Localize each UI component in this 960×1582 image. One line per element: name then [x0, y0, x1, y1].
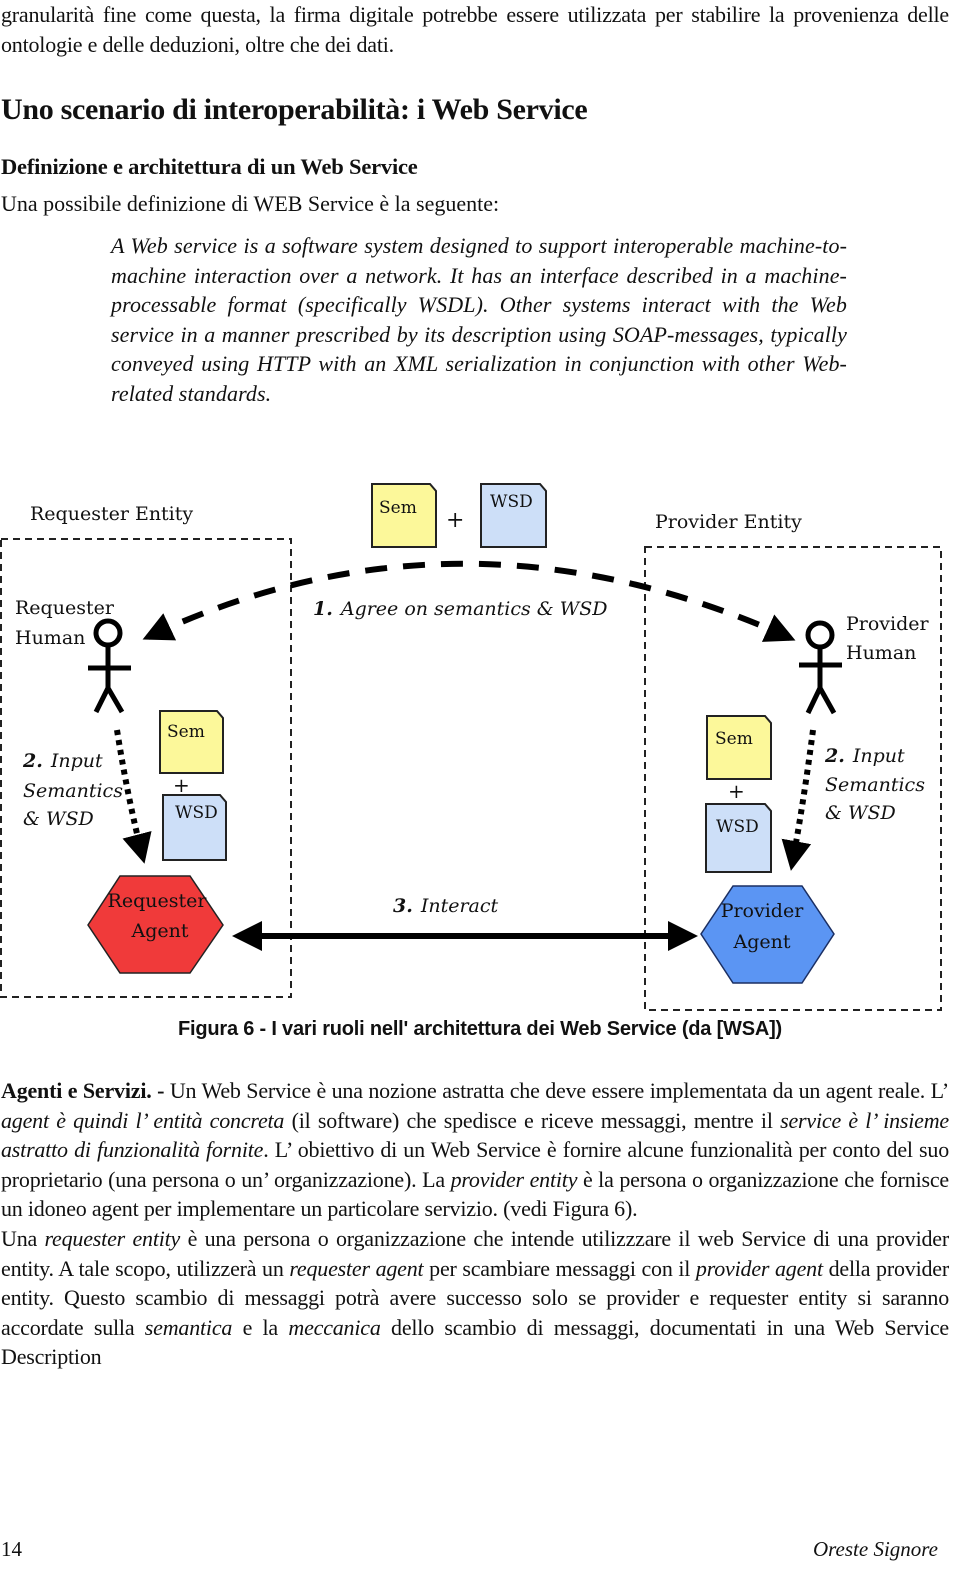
emphasis: semantica	[144, 1314, 233, 1340]
emphasis: provider agent	[695, 1255, 823, 1281]
figure-diagram: Requester Entity Provider Entity Sem + W…	[0, 483, 942, 1011]
provider-step2-label: 2. Input	[824, 745, 905, 767]
sem-doc-icon	[159, 710, 224, 774]
provider-human-label-2: Human	[846, 642, 916, 664]
right-sem-document: Sem	[706, 715, 772, 780]
requester-human-label-1: Requester	[15, 597, 115, 619]
text-run: (il software) che spedisce e riceve mess…	[284, 1107, 781, 1133]
plus-sign: +	[728, 779, 745, 803]
definition-quote: A Web service is a software system desig…	[111, 233, 847, 406]
page-number: 14	[1, 1537, 22, 1561]
provider-agent-label-1: Provider	[721, 900, 805, 922]
section-title: Uno scenario di interoperabilità: i Web …	[1, 93, 588, 126]
emphasis: requester entity	[44, 1225, 181, 1251]
text-run: e la	[232, 1314, 289, 1340]
step3-label: 3. Interact	[393, 895, 499, 917]
step1-label: 1. Agree on semantics & WSD	[313, 598, 608, 620]
provider-human-label-1: Provider	[846, 613, 930, 635]
emphasis: requester agent	[289, 1255, 424, 1281]
text-run: per scambiare messaggi con il	[423, 1255, 696, 1281]
wsd-doc-label: WSD	[175, 803, 218, 823]
emphasis: provider entity	[450, 1166, 578, 1192]
plus-sign: +	[446, 508, 464, 533]
footer-author: Oreste Signore	[812, 1537, 938, 1561]
definition-lead: Una possibile definizione di WEB Service…	[1, 191, 500, 216]
wsd-doc-label: WSD	[716, 817, 759, 837]
text-run: Una	[1, 1225, 45, 1251]
figure-caption: Figura 6 - I vari ruoli nell' architettu…	[177, 1018, 783, 1040]
sem-doc-label: Sem	[715, 729, 753, 749]
body-paragraphs: Agenti e Servizi. - Un Web Service è una…	[1, 1076, 949, 1372]
provider-step2-line3: & WSD	[825, 802, 896, 824]
web-service-architecture-figure: Requester Entity Provider Entity Sem + W…	[0, 470, 960, 1020]
requester-agent: Requester Agent	[87, 875, 224, 974]
top-wsd-document: WSD	[480, 483, 547, 548]
provider-agent-label-2: Agent	[733, 931, 791, 953]
left-wsd-document: WSD	[162, 794, 227, 861]
requester-agent-label-1: Requester	[108, 890, 208, 912]
subsection-title: Definizione e architettura di un Web Ser…	[1, 154, 418, 179]
plus-sign: +	[173, 773, 190, 797]
provider-agent: Provider Agent	[700, 885, 835, 984]
requester-step2-line2: Semantics	[23, 780, 123, 802]
agents-services-paragraph: Agenti e Servizi. - Un Web Service è una…	[1, 1076, 949, 1224]
sem-doc-label: Sem	[167, 722, 205, 742]
intro-text: granularità fine come questa, la firma d…	[1, 2, 949, 57]
requester-entity-paragraph: Una requester entity è una persona o org…	[1, 1224, 949, 1372]
emphasis: agent è quindi l’ entità concreta	[1, 1107, 285, 1133]
requester-human-label-2: Human	[15, 627, 85, 649]
requester-step2-label: 2. Input	[22, 750, 103, 772]
requester-entity-label: Requester Entity	[30, 503, 193, 525]
wsd-doc-label: WSD	[490, 492, 533, 512]
provider-step2-line2: Semantics	[825, 774, 925, 796]
intro-paragraph: granularità fine come questa, la firma d…	[1, 0, 949, 59]
top-sem-document: Sem	[371, 483, 437, 548]
right-wsd-document: WSD	[705, 803, 772, 873]
paragraph-lead: Agenti e Servizi. -	[1, 1078, 165, 1103]
requester-agent-label-2: Agent	[131, 920, 189, 942]
text-run: Un Web Service è una nozione astratta ch…	[164, 1078, 949, 1103]
emphasis: meccanica	[288, 1314, 381, 1340]
left-sem-document: Sem	[159, 710, 224, 774]
provider-entity-label: Provider Entity	[655, 511, 802, 533]
requester-step2-line3: & WSD	[23, 808, 94, 830]
provider-input-arrow	[781, 729, 816, 871]
requester-human-icon	[88, 618, 131, 714]
sem-doc-label: Sem	[379, 498, 417, 518]
provider-human-icon	[799, 620, 842, 715]
wsd-doc-icon	[705, 803, 772, 873]
